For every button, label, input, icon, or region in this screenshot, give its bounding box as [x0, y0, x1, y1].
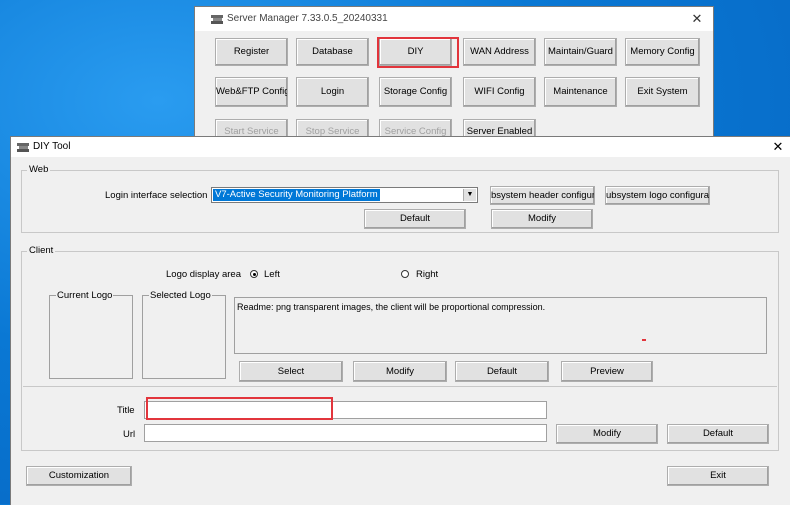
client-separator [23, 386, 777, 387]
diy-tool-app-icon [17, 143, 29, 152]
diy-button-highlight [377, 37, 459, 68]
web-ftp-config-button[interactable]: Web&FTP Config [215, 77, 288, 107]
client-select-button[interactable]: Select [239, 361, 343, 382]
web-default-button[interactable]: Default [364, 209, 466, 229]
diy-tool-title: DIY Tool [33, 141, 71, 152]
register-button[interactable]: Register [215, 38, 288, 66]
right-radio[interactable] [401, 270, 409, 278]
current-logo-box: Current Logo [49, 290, 133, 379]
selected-logo-box: Selected Logo [142, 290, 226, 379]
url-input[interactable] [144, 424, 547, 442]
diy-tool-titlebar[interactable]: DIY Tool ✕ [11, 137, 790, 157]
wifi-config-button[interactable]: WIFI Config [463, 77, 536, 107]
diy-tool-window: DIY Tool ✕ Web Login interface selection… [10, 136, 790, 505]
login-interface-selected-value: V7-Active Security Monitoring Platform [213, 189, 380, 201]
readme-box: Readme: png transparent images, the clie… [234, 297, 767, 354]
client-modify-button[interactable]: Modify [353, 361, 447, 382]
subsystem-logo-config-button[interactable]: ubsystem logo configuratic [605, 186, 710, 205]
subsystem-header-config-button[interactable]: bsystem header configurat [490, 186, 595, 205]
left-radio-label[interactable]: Left [264, 269, 280, 280]
customization-button[interactable]: Customization [26, 466, 132, 486]
server-manager-app-icon [211, 15, 223, 24]
preview-marker [642, 339, 646, 341]
login-interface-select[interactable]: V7-Active Security Monitoring Platform ▼ [211, 187, 478, 203]
maintain-guard-button[interactable]: Maintain/Guard [544, 38, 617, 66]
current-logo-label: Current Logo [56, 290, 114, 301]
login-interface-label: Login interface selection [105, 190, 208, 201]
left-radio[interactable] [250, 270, 258, 278]
diy-tool-close-icon[interactable]: ✕ [769, 138, 787, 156]
storage-config-button[interactable]: Storage Config [379, 77, 452, 107]
url-label: Url [123, 429, 136, 440]
logo-display-area-label: Logo display area [166, 269, 241, 280]
url-default-button[interactable]: Default [667, 424, 769, 444]
web-modify-button[interactable]: Modify [491, 209, 593, 229]
login-button[interactable]: Login [296, 77, 369, 107]
exit-system-button[interactable]: Exit System [625, 77, 700, 107]
database-button[interactable]: Database [296, 38, 369, 66]
readme-text: Readme: png transparent images, the clie… [237, 302, 546, 312]
client-group-label: Client [27, 245, 56, 256]
server-manager-window: Server Manager 7.33.0.5_20240331 ✕ Regis… [194, 6, 714, 145]
server-manager-titlebar[interactable]: Server Manager 7.33.0.5_20240331 ✕ [195, 7, 713, 31]
client-default-button[interactable]: Default [455, 361, 549, 382]
server-manager-title: Server Manager 7.33.0.5_20240331 [227, 13, 388, 24]
memory-config-button[interactable]: Memory Config [625, 38, 700, 66]
web-group-label: Web [27, 164, 51, 175]
right-radio-label[interactable]: Right [416, 269, 438, 280]
chevron-down-icon[interactable]: ▼ [463, 189, 476, 201]
url-modify-button[interactable]: Modify [556, 424, 658, 444]
title-input-highlight [146, 397, 333, 420]
server-manager-close-icon[interactable]: ✕ [688, 10, 706, 28]
exit-button[interactable]: Exit [667, 466, 769, 486]
title-label: Title [117, 405, 135, 416]
selected-logo-label: Selected Logo [149, 290, 212, 301]
maintenance-button[interactable]: Maintenance [544, 77, 617, 107]
client-preview-button[interactable]: Preview [561, 361, 653, 382]
wan-address-button[interactable]: WAN Address [463, 38, 536, 66]
